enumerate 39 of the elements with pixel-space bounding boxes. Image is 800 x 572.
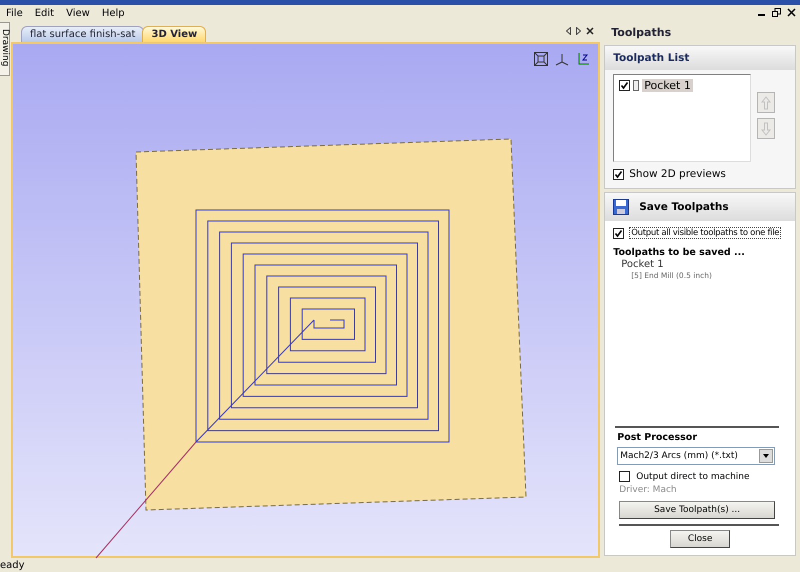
axes-icon[interactable] (554, 52, 570, 66)
save-toolpaths-button[interactable]: Save Toolpath(s) ... (619, 501, 775, 519)
checkbox[interactable] (613, 168, 624, 180)
checkbox-label: Output direct to machine (636, 472, 750, 482)
document-tab[interactable]: flat surface finish-sat (20, 26, 144, 42)
side-tab[interactable]: Drawing (0, 22, 10, 76)
down-arrow-icon (761, 122, 772, 136)
menu-item[interactable]: File (2, 8, 27, 19)
menu-item[interactable]: Help (98, 8, 129, 19)
close-icon[interactable] (787, 8, 796, 17)
driver-label: Driver: Mach (618, 484, 678, 497)
left-arrow-icon[interactable] (566, 27, 572, 35)
close-button[interactable]: Close (670, 530, 730, 548)
section-heading: Post Processor (616, 432, 698, 443)
checkbox[interactable] (619, 471, 630, 482)
checkbox-label: Show 2D previews (629, 168, 726, 180)
axes-icon[interactable] (576, 52, 590, 66)
checkbox-label: Output all visible toolpaths to one file (629, 227, 782, 239)
up-arrow-icon (761, 96, 772, 110)
3d-viewport[interactable] (10, 42, 600, 558)
document-tab[interactable]: 3D View (142, 26, 206, 42)
caret-icon (759, 449, 773, 463)
right-arrow-icon[interactable] (576, 27, 582, 35)
menu-item[interactable]: Edit (30, 8, 58, 19)
toolpath-list[interactable]: Pocket 1 (613, 74, 752, 162)
post-processor-dropdown[interactable]: Mach2/3 Arcs (mm) (*.txt) (617, 447, 775, 465)
menu-item[interactable]: View (62, 8, 94, 19)
list-item[interactable]: Pocket 1 (642, 79, 693, 92)
toolpath-icon (633, 80, 640, 91)
status-text: eady (0, 560, 26, 572)
toolpath-name: Pocket 1 (620, 258, 665, 270)
section-header: Save Toolpaths (639, 201, 729, 213)
zoom-extents-icon[interactable] (534, 52, 548, 66)
restore-icon[interactable] (772, 8, 781, 17)
panel-title: Toolpaths (610, 24, 672, 40)
section-heading: Toolpaths to be saved ... (612, 247, 746, 258)
checkbox[interactable] (613, 228, 624, 238)
close-icon[interactable] (586, 27, 594, 35)
checkbox[interactable] (619, 80, 630, 91)
